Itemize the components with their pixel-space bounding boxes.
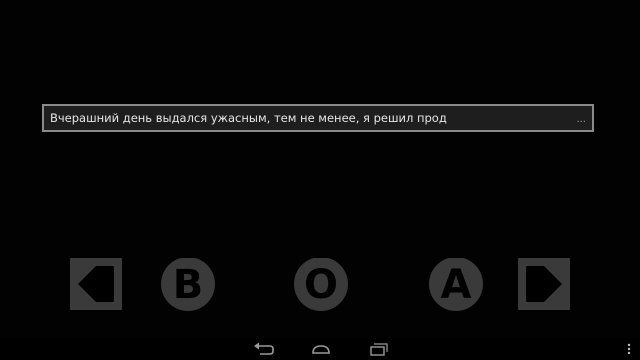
left-button[interactable] [70,258,122,310]
right-arrow-icon [518,258,570,310]
navigation-bar [0,338,640,360]
b-button-icon: B [161,258,215,311]
b-button[interactable]: B [160,258,215,311]
back-icon [254,342,274,355]
recent-apps-icon [370,343,388,356]
o-button-icon: O [294,258,348,311]
o-button[interactable]: O [293,258,348,311]
dialog-text: Вчерашний день выдался ужасным, тем не м… [50,111,447,125]
a-button-icon: A [429,258,483,311]
home-icon [312,345,330,354]
dialog-box[interactable]: Вчерашний день выдался ужасным, тем не м… [42,104,594,132]
overflow-menu-button[interactable] [624,340,634,358]
right-button[interactable] [518,258,570,310]
b-button-label: B [173,262,204,308]
back-button[interactable] [252,340,276,358]
game-screen: Вчерашний день выдался ужасным, тем не м… [0,0,640,360]
home-button[interactable] [309,340,333,358]
a-button[interactable]: A [428,258,483,311]
recent-apps-button[interactable] [366,340,390,358]
overflow-menu-icon [627,343,631,355]
more-text-indicator: ... [576,114,586,125]
left-arrow-icon [70,258,122,310]
o-button-label: O [304,262,338,308]
a-button-label: A [441,262,472,308]
